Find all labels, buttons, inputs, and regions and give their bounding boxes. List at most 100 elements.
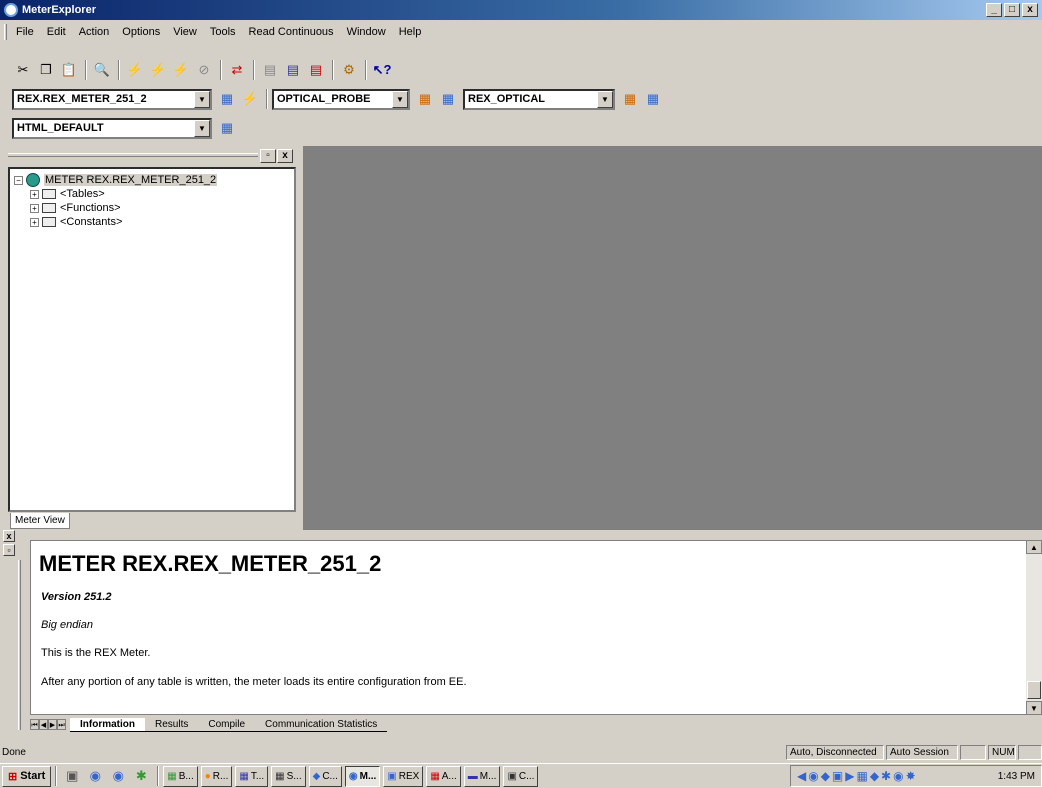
collapse-icon[interactable]: − <box>14 175 23 185</box>
copy-icon[interactable]: ❐ <box>35 59 57 81</box>
tab-meter-view[interactable]: Meter View <box>10 513 70 529</box>
table-write-icon[interactable]: ▤ <box>282 59 304 81</box>
taskbar-button[interactable]: ▦ S... <box>271 765 306 787</box>
taskbar-button-label: T... <box>250 770 265 782</box>
disconnect-icon[interactable]: ⚡ <box>147 59 169 81</box>
find-icon[interactable]: 🔍 <box>91 59 113 81</box>
tree-item-root[interactable]: − METER REX.REX_METER_251_2 <box>14 173 294 187</box>
tree-item-label[interactable]: <Constants> <box>60 216 122 228</box>
table-read-icon[interactable]: ▤ <box>259 59 281 81</box>
tree-item-label[interactable]: METER REX.REX_METER_251_2 <box>44 174 218 186</box>
panel-close-button[interactable]: x <box>277 149 293 163</box>
next-tab-icon[interactable]: ▶ <box>48 719 57 730</box>
connect-icon[interactable]: ⚡ <box>124 59 146 81</box>
app-icon: ▦ <box>275 770 285 782</box>
taskbar-button-label: M... <box>479 770 497 782</box>
probe-info-icon[interactable]: ▦ <box>437 88 459 110</box>
paste-icon[interactable]: 📋 <box>58 59 80 81</box>
folder-icon <box>42 203 56 213</box>
prev-tab-icon[interactable]: ◀ <box>39 719 48 730</box>
menu-window[interactable]: Window <box>347 26 386 38</box>
taskbar-button-label: C... <box>518 770 535 782</box>
table-procedure-icon[interactable]: ▤ <box>305 59 327 81</box>
menu-read-continuous[interactable]: Read Continuous <box>249 26 334 38</box>
folder-icon <box>42 189 56 199</box>
connection-status: Auto, Disconnected <box>786 745 884 760</box>
help-pointer-icon[interactable]: ↖? <box>371 59 393 81</box>
tree-item-label[interactable]: <Tables> <box>60 188 105 200</box>
menu-bar: File Edit Action Options View Tools Read… <box>0 22 1042 42</box>
tab-communication-statistics[interactable]: Communication Statistics <box>255 718 388 732</box>
tree-item-functions[interactable]: + <Functions> <box>14 201 294 215</box>
tree-item-label[interactable]: <Functions> <box>60 202 121 214</box>
panel-close-button[interactable]: x <box>3 530 15 542</box>
close-button[interactable]: x <box>1022 3 1038 17</box>
taskbar-button[interactable]: ▣ REX <box>383 765 424 787</box>
panel-restore-button[interactable]: ▫ <box>3 544 15 556</box>
menu-action[interactable]: Action <box>79 26 110 38</box>
settings-icon[interactable]: ⚙ <box>338 59 360 81</box>
tree-item-tables[interactable]: + <Tables> <box>14 187 294 201</box>
menu-file[interactable]: File <box>16 26 34 38</box>
maximize-button[interactable]: □ <box>1004 3 1020 17</box>
email-icon[interactable]: ◉ <box>107 765 129 787</box>
taskbar-button-label: R... <box>212 770 229 782</box>
taskbar-button[interactable]: ▦ T... <box>235 765 269 787</box>
taskbar-button[interactable]: ▦ B... <box>163 765 198 787</box>
menu-view[interactable]: View <box>173 26 197 38</box>
probe-select[interactable]: OPTICAL_PROBE ▼ <box>272 88 410 110</box>
taskbar-button[interactable]: ● R... <box>200 765 233 787</box>
quicklaunch-icon[interactable]: ▣ <box>61 765 83 787</box>
expand-icon[interactable]: + <box>30 217 39 227</box>
html-info-icon[interactable]: ▦ <box>216 117 238 139</box>
last-tab-icon[interactable]: ⏭ <box>57 719 66 730</box>
stop-icon[interactable]: ⊘ <box>193 59 215 81</box>
tab-information[interactable]: Information <box>70 717 145 732</box>
quicklaunch-icon[interactable]: ✱ <box>130 765 152 787</box>
info-scrollbar[interactable]: ▲ ▼ <box>1026 540 1042 715</box>
tray-icons[interactable]: ◀◉◆▣▶▦◆✱◉✸ <box>797 769 918 783</box>
start-button[interactable]: ⊞ Start <box>2 765 52 787</box>
probe-config-icon[interactable]: ▦ <box>414 88 436 110</box>
browser-icon[interactable]: ◉ <box>84 765 106 787</box>
tab-results[interactable]: Results <box>145 718 199 732</box>
taskbar-button[interactable]: ◆ C... <box>308 765 342 787</box>
menu-options[interactable]: Options <box>122 26 160 38</box>
menu-help[interactable]: Help <box>399 26 422 38</box>
toolbar-separator <box>118 60 120 80</box>
cut-icon[interactable]: ✂ <box>12 59 34 81</box>
meter-connect-icon[interactable]: ⚡ <box>239 88 261 110</box>
chevron-down-icon[interactable]: ▼ <box>597 90 613 108</box>
taskbar-button[interactable]: ▦ A... <box>426 765 461 787</box>
toolbar-separator <box>220 60 222 80</box>
taskbar-button-active[interactable]: ◉ M... <box>344 765 381 787</box>
meter-info-icon[interactable]: ▦ <box>216 88 238 110</box>
first-tab-icon[interactable]: ⏮ <box>30 719 39 730</box>
menu-grip <box>4 24 7 40</box>
chevron-down-icon[interactable]: ▼ <box>194 119 210 137</box>
minimize-button[interactable]: _ <box>986 3 1002 17</box>
html-template-select[interactable]: HTML_DEFAULT ▼ <box>12 117 212 139</box>
scroll-down-icon[interactable]: ▼ <box>1026 701 1042 715</box>
meter-select[interactable]: REX.REX_METER_251_2 ▼ <box>12 88 212 110</box>
scroll-up-icon[interactable]: ▲ <box>1026 540 1042 554</box>
tree-item-constants[interactable]: + <Constants> <box>14 215 294 229</box>
menu-tools[interactable]: Tools <box>210 26 236 38</box>
taskbar-button[interactable]: ▣ C... <box>503 765 539 787</box>
expand-icon[interactable]: + <box>30 189 39 199</box>
meter-view-panel: ▫ x − METER REX.REX_METER_251_2 + <Table… <box>4 147 300 529</box>
optical-config-icon[interactable]: ▦ <box>619 88 641 110</box>
optical-select[interactable]: REX_OPTICAL ▼ <box>463 88 615 110</box>
chevron-down-icon[interactable]: ▼ <box>194 90 210 108</box>
menu-edit[interactable]: Edit <box>47 26 66 38</box>
expand-icon[interactable]: + <box>30 203 39 213</box>
status-bar: Done Auto, Disconnected Auto Session NUM <box>0 743 1042 761</box>
chevron-down-icon[interactable]: ▼ <box>392 90 408 108</box>
optical-info-icon[interactable]: ▦ <box>642 88 664 110</box>
panel-restore-button[interactable]: ▫ <box>260 149 276 163</box>
reconnect-icon[interactable]: ⚡ <box>170 59 192 81</box>
read-icon[interactable]: ⇄ <box>226 59 248 81</box>
scroll-thumb[interactable] <box>1027 681 1041 699</box>
tab-compile[interactable]: Compile <box>198 718 256 732</box>
taskbar-button[interactable]: ▬ M... <box>463 765 501 787</box>
